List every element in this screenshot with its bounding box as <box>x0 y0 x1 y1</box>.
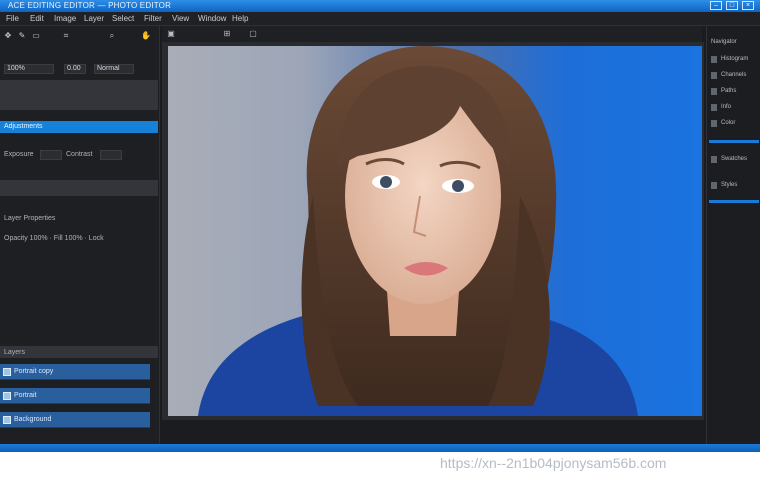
menu-layer[interactable]: Layer <box>84 14 104 24</box>
menu-window[interactable]: Window <box>198 14 226 24</box>
paths-tab[interactable]: Paths <box>721 87 736 95</box>
close-button[interactable]: × <box>742 1 754 10</box>
watermark-url: https://xn--2n1b04pjonysam56b.com <box>440 455 667 471</box>
panel-accent-bar <box>709 140 759 143</box>
maximize-button[interactable]: □ <box>726 1 738 10</box>
navigator-tab[interactable]: Navigator <box>711 38 737 46</box>
panel-accent-bar <box>709 200 759 203</box>
info-tab[interactable]: Info <box>721 103 731 111</box>
minimize-button[interactable]: – <box>710 1 722 10</box>
crop-icon[interactable]: ⌗ <box>60 30 72 41</box>
zoom-icon[interactable]: ⌕ <box>106 30 118 41</box>
menu-view[interactable]: View <box>172 14 189 24</box>
panel-icon[interactable] <box>711 72 717 79</box>
document-tab-icon[interactable]: ▣ <box>166 29 176 39</box>
exposure-label: Exposure <box>4 151 34 158</box>
panel-icon[interactable] <box>711 182 717 189</box>
status-bar <box>0 444 760 452</box>
panel-icon[interactable] <box>711 156 717 163</box>
right-panels: Navigator Histogram Channels Paths Info … <box>706 26 760 444</box>
layer-properties-label: Layer Properties <box>4 215 56 222</box>
menu-edit[interactable]: Edit <box>30 14 44 24</box>
portrait-illustration <box>198 46 638 416</box>
layer-thumbnail-icon <box>3 392 11 400</box>
photo-editor-window: ACE EDITING EDITOR — PHOTO EDITOR – □ × … <box>0 0 760 452</box>
adjustments-title: Adjustments <box>4 123 43 130</box>
layers-header: Layers <box>0 346 158 358</box>
styles-tab[interactable]: Styles <box>721 181 737 189</box>
zoom-field[interactable]: 100% <box>4 64 54 74</box>
document-tab-strip: ▣ ⊞ ▢ <box>162 26 702 42</box>
window-controls: – □ × <box>710 1 754 10</box>
blend-mode-select[interactable]: Normal <box>94 64 134 74</box>
portrait-photo[interactable] <box>168 46 702 416</box>
panel-icon[interactable] <box>711 120 717 127</box>
swatches-tab[interactable]: Swatches <box>721 155 747 163</box>
menu-file[interactable]: File <box>6 14 19 24</box>
exposure-field[interactable] <box>40 150 62 160</box>
menu-bar: File Edit Image Layer Select Filter View… <box>0 12 760 26</box>
eraser-icon[interactable]: ▭ <box>30 30 42 41</box>
menu-image[interactable]: Image <box>54 14 76 24</box>
layer-thumbnail-icon <box>3 368 11 376</box>
layer-name: Portrait <box>14 392 37 399</box>
layer-row[interactable]: Portrait <box>0 388 150 404</box>
title-bar[interactable]: ACE EDITING EDITOR — PHOTO EDITOR – □ × <box>0 0 760 12</box>
color-tab[interactable]: Color <box>721 119 735 127</box>
adjustments-header[interactable]: Adjustments <box>0 121 158 133</box>
value-field[interactable]: 0.00 <box>64 64 86 74</box>
panel-icon[interactable] <box>711 104 717 111</box>
properties-strip <box>0 180 158 196</box>
contrast-label: Contrast <box>66 151 93 158</box>
layer-options-label: Opacity 100% · Fill 100% · Lock <box>4 235 104 242</box>
canvas-area <box>162 42 704 420</box>
panel-icon[interactable] <box>711 56 717 63</box>
channels-tab[interactable]: Channels <box>721 71 746 79</box>
layer-row[interactable]: Background <box>0 412 150 428</box>
move-icon[interactable]: ✥ <box>2 30 14 41</box>
hand-icon[interactable]: ✋ <box>140 30 152 41</box>
window-title: ACE EDITING EDITOR — PHOTO EDITOR <box>8 1 172 10</box>
screen-mode-icon[interactable]: ▢ <box>248 29 258 39</box>
layer-row[interactable]: Portrait copy <box>0 364 150 380</box>
layer-name: Portrait copy <box>14 368 54 375</box>
panel-icon[interactable] <box>711 88 717 95</box>
layer-thumbnail-icon <box>3 416 11 424</box>
arrange-icon[interactable]: ⊞ <box>222 29 232 39</box>
left-tool-panel: ✥ ✎ ▭ ⌗ ⌕ ✋ 100% 0.00 Normal Adjustments… <box>0 26 160 444</box>
options-strip <box>0 80 158 110</box>
layers-title: Layers <box>4 349 26 356</box>
contrast-field[interactable] <box>100 150 122 160</box>
brush-icon[interactable]: ✎ <box>16 30 28 41</box>
histogram-tab[interactable]: Histogram <box>721 55 748 63</box>
layer-name: Background <box>14 416 52 423</box>
menu-filter[interactable]: Filter <box>144 14 162 24</box>
menu-help[interactable]: Help <box>232 14 248 24</box>
menu-select[interactable]: Select <box>112 14 134 24</box>
